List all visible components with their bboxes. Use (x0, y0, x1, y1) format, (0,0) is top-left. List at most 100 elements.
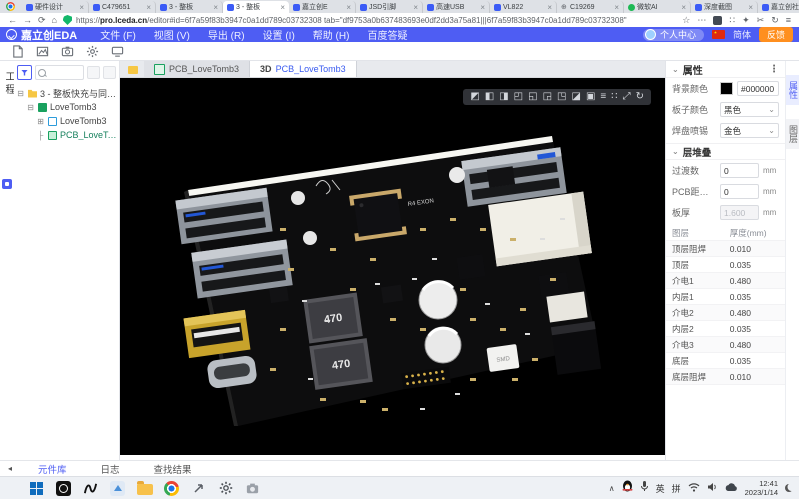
finish-select[interactable]: 金色⌄ (720, 123, 779, 138)
address-input[interactable]: https://pro.lceda.cn/editor#id=6f7a59f83… (63, 14, 676, 26)
menu-item[interactable]: 帮助 (H) (304, 27, 359, 42)
properties-header[interactable]: ⌄属性⋮ (666, 61, 785, 78)
reload-button[interactable]: ⟳ (38, 15, 46, 26)
pcb-3d-canvas[interactable]: 470 470 (120, 78, 665, 455)
side-tab-layers[interactable]: 图层 (786, 119, 799, 149)
snapshot-icon[interactable] (60, 44, 75, 59)
pin-icon[interactable]: ✦ (742, 15, 750, 26)
view-tool-icon[interactable]: ◧ (485, 91, 494, 103)
tab-close-icon[interactable]: × (480, 3, 485, 12)
menu-item[interactable]: 导出 (R) (199, 27, 254, 42)
view-tool-icon[interactable]: ≡ (600, 91, 606, 103)
tab-close-icon[interactable]: × (280, 3, 285, 12)
user-pill[interactable]: 个人中心 (643, 29, 704, 41)
tree-item[interactable]: ⊟3 - 整板快充与同口回传超高速USB3. (16, 86, 119, 100)
browser-tab[interactable]: 微软AI× (624, 1, 691, 13)
view-tool-icon[interactable]: ◱ (528, 91, 537, 103)
tree-expander[interactable]: ⊟ (16, 89, 25, 98)
search-input[interactable] (48, 67, 81, 78)
view-tool-icon[interactable]: ◲ (543, 91, 552, 103)
start-button[interactable] (28, 480, 45, 497)
view-tool-icon[interactable]: ◨ (499, 91, 508, 103)
export-image-icon[interactable] (35, 44, 50, 59)
view-tool-icon[interactable]: ◰ (514, 91, 523, 103)
project-search-box[interactable] (35, 65, 84, 80)
tab-3d-pcb[interactable]: 3DPCB_LoveTomb3 (250, 61, 357, 77)
settings-app-icon[interactable] (217, 480, 234, 497)
bottom-tab[interactable]: 日志 (101, 462, 120, 476)
folder-icon[interactable] (128, 66, 138, 74)
layer-row[interactable]: 内层10.035 (666, 289, 785, 305)
tree-item[interactable]: ├PCB_LoveTomb3 (16, 128, 119, 142)
view-tool-icon[interactable]: ∷ (611, 91, 617, 103)
ime-pinyin-indicator[interactable]: 拼 (672, 482, 681, 495)
layer-row[interactable]: 底层阻焊0.010 (666, 369, 785, 385)
browser-tab[interactable]: 高速USB× (423, 1, 490, 13)
view-tool-icon[interactable]: ↻ (636, 91, 644, 103)
onedrive-cloud-icon[interactable] (725, 479, 738, 497)
chrome-logo-icon[interactable] (6, 2, 15, 11)
camera-app-icon[interactable] (55, 480, 72, 497)
rail-tool-icon[interactable] (2, 179, 12, 189)
screenshot-arrow-icon[interactable] (190, 480, 207, 497)
layer-row[interactable]: 介电10.480 (666, 273, 785, 289)
layer-row[interactable]: 介电20.480 (666, 305, 785, 321)
tab-close-icon[interactable]: × (346, 3, 351, 12)
layer-row[interactable]: 介电30.480 (666, 337, 785, 353)
field-input[interactable]: 0 (720, 184, 759, 199)
tab-close-icon[interactable]: × (79, 3, 84, 12)
tab-close-icon[interactable]: × (213, 3, 218, 12)
display-icon[interactable] (110, 44, 125, 59)
file-icon[interactable] (10, 44, 25, 59)
microphone-icon[interactable] (640, 479, 649, 497)
browser-tab[interactable]: C479651× (89, 1, 156, 13)
qq-icon[interactable] (622, 479, 633, 497)
tab-close-icon[interactable]: × (748, 3, 753, 12)
tree-item[interactable]: ⊟LoveTomb3 (16, 100, 119, 114)
ime-en-indicator[interactable]: 英 (656, 482, 665, 495)
browser-tab[interactable]: 硬件设计× (22, 1, 89, 13)
tree-expander[interactable]: ⊞ (36, 117, 45, 126)
capture-tool-icon[interactable] (244, 480, 261, 497)
browser-menu-icon[interactable]: ≡ (786, 15, 791, 25)
more-actions-icon[interactable]: ⋯ (697, 15, 706, 26)
file-explorer-icon[interactable] (136, 480, 153, 497)
chrome-app-icon[interactable] (163, 480, 180, 497)
search-prev-button[interactable] (87, 66, 100, 79)
gallery-app-icon[interactable] (109, 480, 126, 497)
layer-row[interactable]: 顶层0.035 (666, 257, 785, 273)
browser-tab[interactable]: JSD引脚× (356, 1, 423, 13)
side-tab-properties[interactable]: 属性 (786, 75, 799, 105)
extension-dark-icon[interactable] (713, 16, 722, 25)
layer-row[interactable]: 内层20.035 (666, 321, 785, 337)
feedback-button[interactable]: 反馈 (759, 27, 793, 42)
security-shield-icon[interactable] (63, 15, 72, 25)
wave-app-icon[interactable] (82, 480, 99, 497)
bookmark-star-icon[interactable]: ☆ (682, 15, 690, 26)
bg-color-swatch[interactable] (720, 82, 733, 95)
bottom-tab[interactable]: 查找结果 (154, 462, 192, 476)
language-flag-icon[interactable] (712, 30, 725, 39)
layer-row[interactable]: 底层0.035 (666, 353, 785, 369)
tab-close-icon[interactable]: × (413, 3, 418, 12)
browser-tab[interactable]: 嘉立创社× (758, 1, 799, 13)
view-tool-icon[interactable]: ◳ (557, 91, 566, 103)
tab-close-icon[interactable]: × (547, 3, 552, 12)
browser-tab[interactable]: 深度截图× (691, 1, 758, 13)
wifi-icon[interactable] (688, 479, 700, 497)
view-tool-icon[interactable]: ◪ (571, 91, 580, 103)
field-input[interactable]: 1.600 (720, 205, 759, 220)
tree-expander[interactable]: ├ (36, 131, 45, 140)
tab-pcb[interactable]: PCB_LoveTomb3 (144, 61, 250, 77)
collapse-panel-icon[interactable]: ◂ (8, 464, 12, 473)
notifications-moon-icon[interactable] (785, 484, 793, 492)
browser-tab[interactable]: VL822× (490, 1, 557, 13)
back-button[interactable]: ← (8, 15, 17, 25)
menu-item[interactable]: 百度答疑 (358, 27, 416, 42)
tray-expand-icon[interactable]: ∧ (609, 484, 615, 493)
scissors-icon[interactable]: ✂ (757, 15, 765, 26)
eda-brand[interactable]: 嘉立创EDA (6, 27, 77, 43)
home-button[interactable]: ⌂ (52, 15, 57, 25)
menu-item[interactable]: 视图 (V) (145, 27, 199, 42)
stackup-header[interactable]: ⌄层堆叠 (666, 143, 785, 160)
